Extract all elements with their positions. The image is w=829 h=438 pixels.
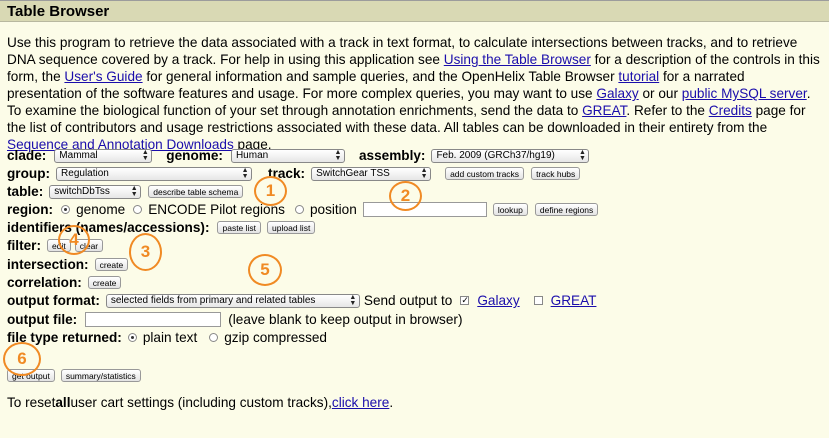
intro-text: . Refer to the (626, 103, 709, 118)
galaxy-link[interactable]: Galaxy (596, 86, 638, 101)
correlation-row: correlation: create (7, 275, 122, 290)
region-genome-radio[interactable] (61, 205, 71, 214)
gzip-radio[interactable] (209, 333, 219, 342)
group-value: Regulation (61, 168, 109, 179)
assembly-select[interactable]: Feb. 2009 (GRCh37/hg19) ▲ ▼ (431, 148, 590, 163)
intersection-label: intersection: (7, 257, 89, 272)
output-file-hint: (leave blank to keep output in browser) (228, 312, 463, 327)
select-arrows-icon: ▲ ▼ (141, 148, 149, 162)
intro-text: or our (638, 86, 682, 101)
region-label: region: (7, 202, 54, 217)
main-content: Use this program to retrieve the data as… (0, 23, 829, 438)
group-select[interactable]: Regulation ▲ ▼ (56, 166, 253, 181)
plain-text-label: plain text (142, 330, 198, 345)
upload-list-button[interactable]: upload list (267, 221, 316, 234)
identifiers-label: identifiers (names/accessions): (7, 220, 210, 235)
summary-statistics-button[interactable]: summary/statistics (60, 369, 141, 382)
send-output-label: Send output to (363, 293, 453, 308)
reset-text: user cart settings (including custom tra… (70, 395, 332, 410)
select-arrows-icon: ▲ ▼ (349, 293, 357, 307)
correlation-create-button[interactable]: create (87, 276, 122, 289)
clade-select[interactable]: Mammal ▲ ▼ (54, 148, 153, 163)
great-link[interactable]: GREAT (582, 103, 626, 118)
output-file-label: output file: (7, 312, 78, 327)
select-arrows-icon: ▲ ▼ (420, 166, 428, 180)
track-value: SwitchGear TSS (316, 168, 390, 179)
region-position-radio[interactable] (294, 205, 304, 214)
tutorial-link[interactable]: tutorial (618, 69, 659, 84)
output-format-row: output format: selected fields from prim… (7, 293, 596, 308)
define-regions-button[interactable]: define regions (534, 203, 599, 216)
group-label: group: (7, 166, 51, 181)
click-here-link[interactable]: click here (332, 395, 389, 410)
group-row: group: Regulation ▲ ▼ track: SwitchGear TS… (7, 166, 581, 181)
region-row: region: genome ENCODE Pilot regions posi… (7, 202, 599, 217)
clade-value: Mammal (59, 150, 98, 161)
great-output-link[interactable]: GREAT (551, 293, 597, 308)
marker-1: 1 (254, 176, 287, 206)
table-value: switchDbTss (54, 186, 110, 197)
reset-text: . (389, 395, 394, 410)
add-custom-tracks-button[interactable]: add custom tracks (445, 167, 525, 180)
file-type-row: file type returned: plain text gzip comp… (7, 330, 327, 345)
select-arrows-icon: ▲ ▼ (241, 166, 249, 180)
track-select[interactable]: SwitchGear TSS ▲ ▼ (311, 166, 432, 181)
track-hubs-button[interactable]: track hubs (531, 167, 581, 180)
filter-label: filter: (7, 238, 41, 253)
using-table-browser-link[interactable]: Using the Table Browser (444, 52, 591, 67)
table-label: table: (7, 184, 44, 199)
assembly-value: Feb. 2009 (GRCh37/hg19) (436, 150, 555, 161)
gzip-label: gzip compressed (224, 330, 327, 345)
marker-2: 2 (389, 181, 422, 211)
genome-select[interactable]: Human ▲ ▼ (230, 148, 345, 163)
output-format-value: selected fields from primary and related… (110, 295, 316, 306)
credits-link[interactable]: Credits (709, 103, 752, 118)
output-format-label: output format: (7, 293, 100, 308)
great-checkbox[interactable] (533, 296, 543, 305)
position-input[interactable] (362, 202, 487, 217)
clade-row: clade: Mammal ▲ ▼ genome: Human ▲ ▼ assembly… (7, 148, 590, 163)
intro-paragraph: Use this program to retrieve the data as… (7, 34, 822, 153)
plain-text-radio[interactable] (127, 333, 137, 342)
genome-value: Human (235, 150, 269, 161)
intersection-row: intersection: create (7, 257, 129, 272)
intersection-create-button[interactable]: create (94, 258, 129, 271)
region-position-label: position (309, 202, 357, 217)
intro-text: for general information and sample queri… (142, 69, 619, 84)
genome-label: genome: (166, 148, 223, 163)
region-encode-radio[interactable] (133, 205, 143, 214)
marker-5: 5 (248, 254, 282, 286)
region-genome-label: genome (76, 202, 126, 217)
users-guide-link[interactable]: User's Guide (64, 69, 142, 84)
output-file-input[interactable] (85, 312, 222, 327)
galaxy-checkbox[interactable]: ✓ (460, 296, 470, 305)
paste-list-button[interactable]: paste list (217, 221, 262, 234)
select-arrows-icon: ▲ ▼ (130, 184, 138, 198)
correlation-label: correlation: (7, 275, 82, 290)
reset-row: To reset all user cart settings (includi… (7, 395, 393, 410)
select-arrows-icon: ▲ ▼ (334, 148, 342, 162)
marker-4: 4 (58, 225, 90, 255)
output-file-row: output file: (leave blank to keep output… (7, 312, 462, 327)
galaxy-output-link[interactable]: Galaxy (477, 293, 519, 308)
table-row: table: switchDbTss ▲ ▼ describe table sche… (7, 184, 244, 199)
identifiers-row: identifiers (names/accessions): paste li… (7, 220, 316, 235)
lookup-button[interactable]: lookup (492, 203, 528, 216)
output-format-select[interactable]: selected fields from primary and related… (105, 293, 360, 308)
marker-6: 6 (3, 342, 41, 376)
assembly-label: assembly: (358, 148, 426, 163)
describe-schema-button[interactable]: describe table schema (148, 185, 244, 198)
marker-3: 3 (129, 233, 162, 271)
reset-bold: all (55, 395, 71, 410)
page-title: Table Browser (0, 1, 829, 22)
mysql-server-link[interactable]: public MySQL server (682, 86, 807, 101)
table-select[interactable]: switchDbTss ▲ ▼ (49, 184, 142, 199)
reset-text: To reset (7, 395, 56, 410)
clade-label: clade: (7, 148, 47, 163)
select-arrows-icon: ▲ ▼ (578, 148, 586, 162)
